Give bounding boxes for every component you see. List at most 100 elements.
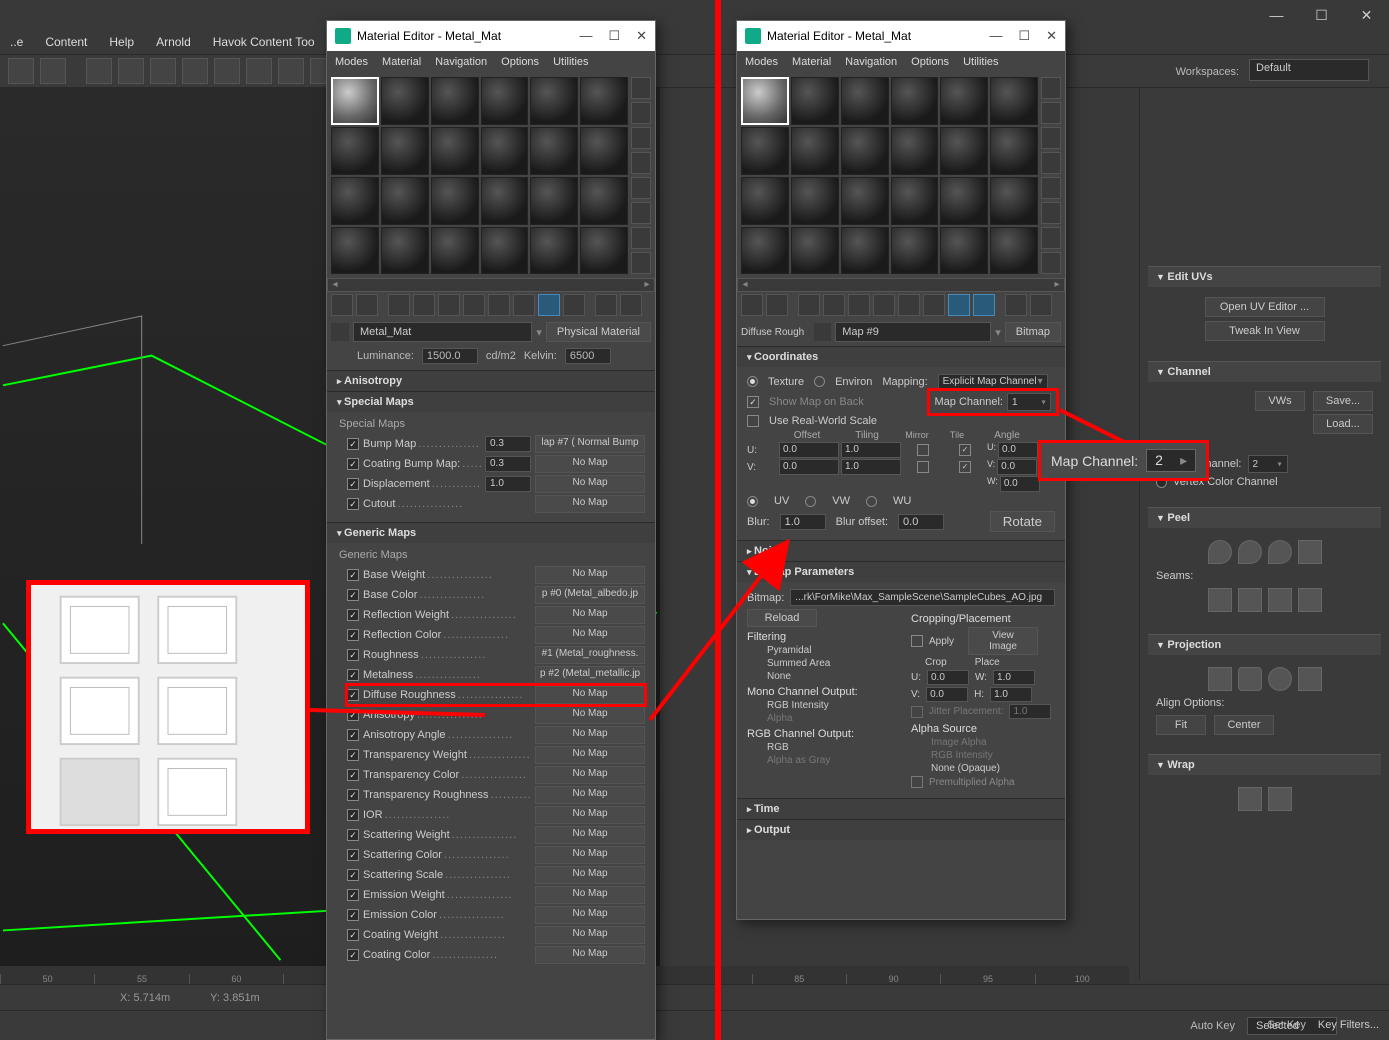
- maximize-icon[interactable]: ☐: [1018, 28, 1030, 44]
- sample-slot[interactable]: [580, 177, 628, 225]
- rollout-anisotropy[interactable]: Anisotropy: [327, 371, 655, 391]
- crop-v-spinner[interactable]: 0.0: [926, 687, 968, 702]
- seam-icon[interactable]: [1208, 588, 1232, 612]
- blur-offset-spinner[interactable]: 0.0: [898, 514, 944, 530]
- sample-slot[interactable]: [791, 77, 839, 125]
- w-angle-spinner[interactable]: 0.0: [1000, 476, 1040, 492]
- map-enable-checkbox[interactable]: [347, 498, 359, 510]
- sample-slot[interactable]: [381, 227, 429, 275]
- menu-item[interactable]: Arnold: [156, 35, 191, 49]
- view-image-button[interactable]: View Image: [968, 627, 1038, 655]
- menu-modes[interactable]: Modes: [335, 56, 368, 68]
- sample-slot[interactable]: [530, 177, 578, 225]
- rollout-wrap[interactable]: Wrap: [1148, 754, 1381, 775]
- sample-slot[interactable]: [841, 77, 889, 125]
- rollout-coordinates[interactable]: Coordinates: [737, 347, 1065, 367]
- map-enable-checkbox[interactable]: [347, 809, 359, 821]
- make-unique-button[interactable]: [873, 294, 895, 316]
- kelvin-spinner[interactable]: 6500: [565, 348, 611, 364]
- window-titlebar[interactable]: Material Editor - Metal_Mat — ☐ ✕: [737, 21, 1065, 51]
- map-channel-spinner[interactable]: 1: [1007, 393, 1051, 411]
- map-slot-button[interactable]: lap #7 ( Normal Bump: [535, 435, 645, 453]
- map-enable-checkbox[interactable]: [347, 749, 359, 761]
- blur-spinner[interactable]: 1.0: [780, 514, 826, 530]
- map-enable-checkbox[interactable]: [347, 949, 359, 961]
- box-icon[interactable]: [1298, 667, 1322, 691]
- cylinder-icon[interactable]: [1238, 667, 1262, 691]
- get-material-button[interactable]: [331, 294, 353, 316]
- sample-slot[interactable]: [841, 127, 889, 175]
- key-filters-button[interactable]: Key Filters...: [1318, 1019, 1379, 1031]
- select-by-material-button[interactable]: [631, 252, 651, 274]
- center-button[interactable]: Center: [1214, 715, 1274, 735]
- get-material-button[interactable]: [741, 294, 763, 316]
- map-enable-checkbox[interactable]: [347, 769, 359, 781]
- open-uv-editor-button[interactable]: Open UV Editor ...: [1205, 297, 1325, 317]
- map-enable-checkbox[interactable]: [347, 669, 359, 681]
- map-amount-spinner[interactable]: 1.0: [485, 476, 531, 492]
- seam-icon[interactable]: [1238, 588, 1262, 612]
- map-enable-checkbox[interactable]: [347, 909, 359, 921]
- material-id-button[interactable]: [513, 294, 535, 316]
- sample-slot[interactable]: [741, 127, 789, 175]
- map-name-input[interactable]: [835, 322, 991, 342]
- sample-type-button[interactable]: [631, 77, 651, 99]
- menu-item[interactable]: ..e: [10, 35, 23, 49]
- map-slot-button[interactable]: No Map: [535, 475, 645, 493]
- seam-icon[interactable]: [1298, 588, 1322, 612]
- map-enable-checkbox[interactable]: [347, 569, 359, 581]
- assign-button[interactable]: [798, 294, 820, 316]
- menu-material[interactable]: Material: [792, 56, 831, 68]
- v-angle-spinner[interactable]: 0.0: [997, 459, 1037, 475]
- peel-icon[interactable]: [1268, 540, 1292, 564]
- u-angle-spinner[interactable]: 0.0: [998, 442, 1038, 458]
- rollout-noise[interactable]: Noise: [737, 541, 1065, 561]
- crop-h-spinner[interactable]: 1.0: [990, 687, 1032, 702]
- u-mirror-checkbox[interactable]: [917, 444, 929, 456]
- texture-radio[interactable]: [747, 376, 758, 387]
- sample-slot[interactable]: [891, 177, 939, 225]
- map-slot-button[interactable]: No Map: [535, 686, 645, 704]
- copy-button[interactable]: [848, 294, 870, 316]
- use-real-world-checkbox[interactable]: [747, 415, 759, 427]
- backlight-button[interactable]: [631, 102, 651, 124]
- toolbar-button[interactable]: [182, 58, 208, 84]
- map-slot-button[interactable]: No Map: [535, 806, 645, 824]
- map-enable-checkbox[interactable]: [347, 709, 359, 721]
- sample-slot[interactable]: [431, 177, 479, 225]
- map-type-button[interactable]: Bitmap: [1005, 322, 1061, 342]
- sample-slot[interactable]: [580, 227, 628, 275]
- menu-navigation[interactable]: Navigation: [435, 56, 487, 68]
- map-slot-button[interactable]: No Map: [535, 626, 645, 644]
- fit-button[interactable]: Fit: [1156, 715, 1206, 735]
- u-offset-spinner[interactable]: 0.0: [779, 442, 839, 458]
- seam-icon[interactable]: [1268, 588, 1292, 612]
- toolbar-button[interactable]: [150, 58, 176, 84]
- show-in-viewport-button[interactable]: [538, 294, 560, 316]
- map-amount-spinner[interactable]: 0.3: [485, 436, 531, 452]
- rollout-channel[interactable]: Channel: [1148, 361, 1381, 382]
- sample-slot[interactable]: [791, 177, 839, 225]
- toolbar-button[interactable]: [40, 58, 66, 84]
- rollout-generic-maps[interactable]: Generic Maps: [327, 523, 655, 543]
- premult-checkbox[interactable]: [911, 776, 923, 788]
- maximize-button[interactable]: ☐: [1299, 0, 1344, 30]
- wrap-icon[interactable]: [1268, 787, 1292, 811]
- vws-button[interactable]: VWs: [1255, 391, 1305, 411]
- sample-slot[interactable]: [530, 77, 578, 125]
- map-slot-button[interactable]: p #0 (Metal_albedo.jp: [535, 586, 645, 604]
- sample-slot[interactable]: [481, 127, 529, 175]
- menu-item[interactable]: Help: [109, 35, 134, 49]
- map-enable-checkbox[interactable]: [347, 629, 359, 641]
- toolbar-button[interactable]: [214, 58, 240, 84]
- map-enable-checkbox[interactable]: [347, 869, 359, 881]
- map-channel-spinner[interactable]: 2: [1248, 455, 1288, 473]
- preview-button[interactable]: [1041, 202, 1061, 224]
- sample-slot[interactable]: [331, 227, 379, 275]
- sample-slot[interactable]: [381, 127, 429, 175]
- make-unique-button[interactable]: [463, 294, 485, 316]
- map-enable-checkbox[interactable]: [347, 649, 359, 661]
- sample-slot[interactable]: [530, 127, 578, 175]
- map-slot-button[interactable]: No Map: [535, 906, 645, 924]
- material-name-input[interactable]: [353, 322, 532, 342]
